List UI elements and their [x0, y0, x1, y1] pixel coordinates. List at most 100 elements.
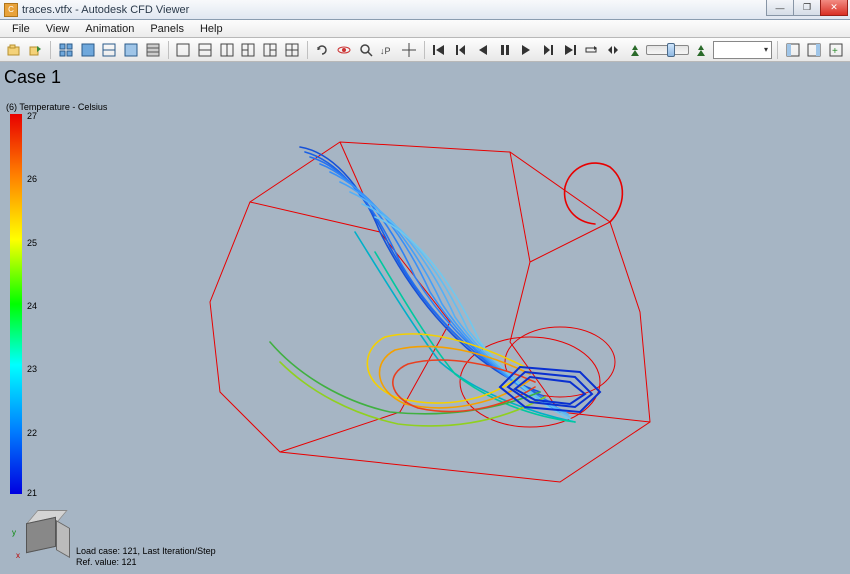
- app-icon: C: [4, 3, 18, 17]
- toolbar: ↓P +: [0, 38, 850, 62]
- orbit-button[interactable]: [334, 40, 354, 60]
- layout-6-button[interactable]: [282, 40, 302, 60]
- menu-help[interactable]: Help: [192, 21, 231, 37]
- view-mode-2-button[interactable]: [78, 40, 98, 60]
- layout-hsplit-icon: [198, 43, 212, 57]
- prev-frame-button[interactable]: [451, 40, 471, 60]
- view-mode-1-button[interactable]: [56, 40, 76, 60]
- status-line-2: Ref. value: 121: [76, 557, 216, 568]
- pause-button[interactable]: [495, 40, 515, 60]
- window-controls: — ❐ ✕: [767, 0, 848, 16]
- layout-1-button[interactable]: [173, 40, 193, 60]
- loop-icon: [584, 43, 598, 57]
- skip-next-icon: [541, 43, 555, 57]
- toolbar-separator: [168, 41, 169, 59]
- play-icon: [519, 43, 533, 57]
- menubar: File View Animation Panels Help: [0, 20, 850, 38]
- toolbar-separator: [424, 41, 425, 59]
- grid-icon: [59, 43, 73, 57]
- layout-quad-icon: [285, 43, 299, 57]
- svg-text:↓P: ↓P: [380, 46, 391, 56]
- legend-tick: 26: [27, 174, 37, 184]
- orientation-cube[interactable]: x y: [12, 514, 62, 564]
- play-reverse-button[interactable]: [473, 40, 493, 60]
- panel-3-button[interactable]: +: [826, 40, 846, 60]
- viewport-3d[interactable]: Case 1 (6) Temperature - Celsius 27 26 2…: [0, 62, 850, 574]
- minimize-button[interactable]: —: [766, 0, 794, 16]
- layout-3a-icon: [241, 43, 255, 57]
- menu-animation[interactable]: Animation: [77, 21, 142, 37]
- speed-down-button[interactable]: [625, 40, 645, 60]
- orbit-icon: [337, 43, 351, 57]
- crosshair-button[interactable]: [399, 40, 419, 60]
- window-title: traces.vtfx - Autodesk CFD Viewer: [22, 4, 189, 16]
- view-mode-5-button[interactable]: [143, 40, 163, 60]
- menu-panels[interactable]: Panels: [142, 21, 192, 37]
- folder-open-icon: [7, 43, 21, 57]
- view-mode-3-button[interactable]: [100, 40, 120, 60]
- open-button[interactable]: [4, 40, 24, 60]
- cfd-streamlines: [180, 112, 700, 492]
- view-mode-4-button[interactable]: [121, 40, 141, 60]
- zoom-button[interactable]: [356, 40, 376, 60]
- legend-tick: 22: [27, 428, 37, 438]
- panel-2-button[interactable]: [805, 40, 825, 60]
- speed-up-button[interactable]: [691, 40, 711, 60]
- layout-3-button[interactable]: [217, 40, 237, 60]
- close-button[interactable]: ✕: [820, 0, 848, 16]
- panel-1-button[interactable]: [783, 40, 803, 60]
- bounce-icon: [606, 43, 620, 57]
- pause-icon: [498, 43, 512, 57]
- tree-up-icon: [694, 43, 708, 57]
- cube-side-face: [56, 520, 70, 558]
- x-axis-label: x: [16, 551, 20, 560]
- slider-thumb[interactable]: [667, 43, 675, 57]
- svg-text:+: +: [832, 46, 838, 57]
- legend-title: (6) Temperature - Celsius: [6, 102, 107, 112]
- probe-button[interactable]: ↓P: [377, 40, 397, 60]
- case-label: Case 1: [4, 67, 61, 88]
- layout-5-button[interactable]: [260, 40, 280, 60]
- skip-first-icon: [432, 43, 446, 57]
- status-text: Load case: 121, Last Iteration/Step Ref.…: [76, 546, 216, 568]
- refresh-button[interactable]: [312, 40, 332, 60]
- panel-left-icon: [786, 43, 800, 57]
- probe-icon: ↓P: [380, 43, 394, 57]
- menu-file[interactable]: File: [4, 21, 38, 37]
- legend-tick: 21: [27, 488, 37, 498]
- color-legend-bar: [10, 114, 22, 494]
- single-view-icon: [81, 43, 95, 57]
- tree-down-icon: [628, 43, 642, 57]
- shaded-icon: [124, 43, 138, 57]
- titlebar: C traces.vtfx - Autodesk CFD Viewer — ❐ …: [0, 0, 850, 20]
- bounce-button[interactable]: [603, 40, 623, 60]
- legend-tick: 24: [27, 301, 37, 311]
- y-axis-label: y: [12, 528, 16, 537]
- legend-tick: 25: [27, 238, 37, 248]
- next-frame-button[interactable]: [538, 40, 558, 60]
- play-button[interactable]: [516, 40, 536, 60]
- skip-prev-icon: [454, 43, 468, 57]
- legend-ticks: 27 26 25 24 23 22 21: [24, 114, 44, 494]
- play-reverse-icon: [476, 43, 490, 57]
- texture-icon: [146, 43, 160, 57]
- magnifier-icon: [359, 43, 373, 57]
- status-line-1: Load case: 121, Last Iteration/Step: [76, 546, 216, 557]
- first-frame-button[interactable]: [430, 40, 450, 60]
- export-button[interactable]: [26, 40, 46, 60]
- layout-3b-icon: [263, 43, 277, 57]
- layout-single-icon: [176, 43, 190, 57]
- last-frame-button[interactable]: [560, 40, 580, 60]
- export-icon: [29, 43, 43, 57]
- loop-button[interactable]: [581, 40, 601, 60]
- layout-2-button[interactable]: [195, 40, 215, 60]
- menu-view[interactable]: View: [38, 21, 78, 37]
- maximize-button[interactable]: ❐: [793, 0, 821, 16]
- toolbar-separator: [777, 41, 778, 59]
- wireframe-icon: [102, 43, 116, 57]
- layout-4-button[interactable]: [239, 40, 259, 60]
- speed-slider[interactable]: [646, 45, 689, 55]
- panel-add-icon: +: [829, 43, 843, 57]
- frame-combo[interactable]: [713, 41, 772, 59]
- layout-vsplit-icon: [220, 43, 234, 57]
